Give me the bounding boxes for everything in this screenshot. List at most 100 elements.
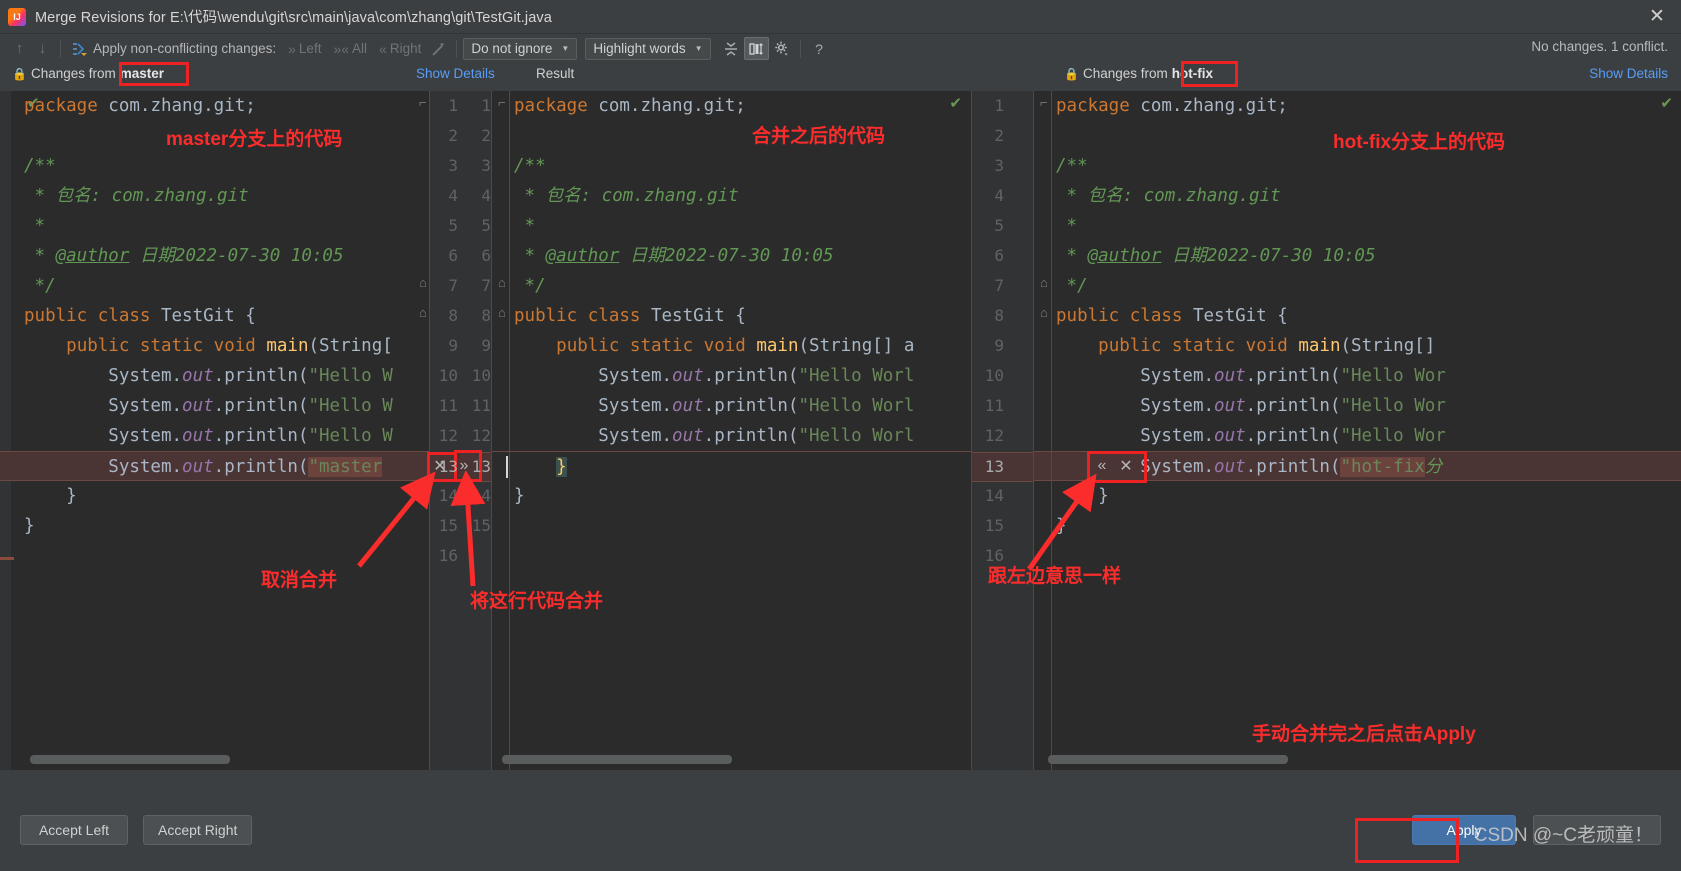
code-line: } xyxy=(1056,516,1067,536)
code-line: public static void main(String[] a xyxy=(556,336,915,356)
bottom-bar: Accept Left Accept Right Apply CSDN @~C老… xyxy=(0,770,1681,871)
code-line: * xyxy=(24,216,46,236)
apply-all-button[interactable]: »« All xyxy=(333,41,367,57)
line-number: 11 xyxy=(438,396,458,415)
code-line: * @author 日期2022-07-30 10:05 xyxy=(514,246,834,266)
annotation-apply: 手动合并完之后点击Apply xyxy=(1252,724,1476,745)
code-line: System.out.println("Hello Wor xyxy=(1056,396,1446,416)
line-number: 1 xyxy=(994,96,1004,115)
apply-right-label: Right xyxy=(389,41,422,56)
apply-all-non-conflicting-icon[interactable] xyxy=(67,37,90,60)
fold-marker-icon[interactable]: ⌐ xyxy=(419,95,427,110)
right-editor-pane[interactable]: package com.zhang.git; /** * 包名: com.zha… xyxy=(1034,91,1681,770)
code-line: } xyxy=(1056,486,1109,506)
code-line: */ xyxy=(24,276,56,296)
code-line: /** xyxy=(24,156,56,176)
toolbar-separator-1 xyxy=(60,39,61,58)
code-line: public static void main(String[] xyxy=(1098,336,1436,356)
collapse-unchanged-icon[interactable] xyxy=(719,37,744,60)
apply-right-button[interactable]: « Right xyxy=(379,41,421,57)
toolbar: ↑ ↓ Apply non-conflicting changes: » Lef… xyxy=(0,34,1681,63)
accept-left-button[interactable]: Accept Left xyxy=(20,815,128,845)
line-number: 10 xyxy=(984,366,1004,385)
fold-marker-icon[interactable]: ⌐ xyxy=(1040,95,1048,110)
magic-wand-icon[interactable] xyxy=(427,37,450,60)
csdn-watermark: CSDN @~C老顽童！ xyxy=(1473,825,1653,846)
line-number: 6 xyxy=(448,246,458,265)
apply-to-result-left-button[interactable]: « xyxy=(1091,455,1113,477)
ignore-policy-combo[interactable]: Do not ignore ▼ xyxy=(463,37,578,60)
code-line: /** xyxy=(1056,156,1088,176)
line-number: 6 xyxy=(994,246,1004,265)
fold-marker-icon[interactable]: ⌂ xyxy=(1040,275,1048,290)
code-line: * @author 日期2022-07-30 10:05 xyxy=(24,246,344,266)
lock-icon: 🔒 xyxy=(1064,66,1079,81)
line-number: 14 xyxy=(438,486,458,505)
apply-left-button[interactable]: » Left xyxy=(288,41,321,57)
annotation-result-code: 合并之后的代码 xyxy=(752,126,886,147)
left-show-details-link[interactable]: Show Details xyxy=(416,66,495,81)
apply-non-conflicting-label: Apply non-conflicting changes: xyxy=(93,41,277,56)
right-branch-name: hot-fix xyxy=(1171,66,1213,81)
result-pane-header: Result xyxy=(536,66,575,81)
fold-marker-icon[interactable]: ⌂ xyxy=(1040,305,1048,320)
code-line: public class TestGit { xyxy=(24,306,256,326)
line-number: 13 xyxy=(984,457,1004,476)
left-pane-header: 🔒 Changes from master xyxy=(12,66,164,81)
line-number: 1 xyxy=(448,96,458,115)
align-panes-icon[interactable] xyxy=(743,37,769,60)
highlight-policy-combo[interactable]: Highlight words ▼ xyxy=(585,37,711,60)
next-difference-icon[interactable]: ↓ xyxy=(31,37,54,60)
left-horizontal-scrollbar[interactable] xyxy=(30,755,230,764)
code-line: System.out.println("Hello Worl xyxy=(514,426,915,446)
left-line-numbers: 1 2 3 4 5 6 7 8 9 10 11 12 13 14 15 16 xyxy=(430,91,458,571)
toolbar-separator-2 xyxy=(456,39,458,58)
annotation-merge-this-line: 将这行代码合并 xyxy=(470,591,604,612)
line-number: 9 xyxy=(994,336,1004,355)
help-icon[interactable]: ? xyxy=(807,37,832,60)
left-conflict-line-number: 13 xyxy=(430,452,458,482)
fold-marker-icon[interactable]: ⌂ xyxy=(498,305,506,320)
revert-conflict-right-button[interactable]: ✕ xyxy=(1115,455,1137,477)
right-show-details-link[interactable]: Show Details xyxy=(1589,66,1668,81)
line-number: 12 xyxy=(984,426,1004,445)
line-number: 15 xyxy=(471,516,491,535)
result-line-numbers-right: 1 2 3 4 5 6 7 8 9 10 11 12 13 14 15 16 xyxy=(974,91,1004,571)
code-line-caret: } xyxy=(492,451,972,481)
result-editor-pane[interactable]: package com.zhang.git; /** * 包名: com.zha… xyxy=(492,91,972,770)
conflict-status-text: No changes. 1 conflict. xyxy=(1531,39,1668,54)
toolbar-separator-3 xyxy=(799,39,801,58)
fold-marker-icon[interactable]: ⌂ xyxy=(498,275,506,290)
line-number: 14 xyxy=(471,486,491,505)
line-number: 9 xyxy=(448,336,458,355)
line-number: 7 xyxy=(481,276,491,295)
left-editor-pane[interactable]: ✔ package com.zhang.git; /** * 包名: com.z… xyxy=(0,91,430,770)
right-horizontal-scrollbar[interactable] xyxy=(1048,755,1288,764)
previous-difference-icon[interactable]: ↑ xyxy=(8,37,31,60)
right-pane-header: 🔒 Changes from hot-fix xyxy=(1064,66,1213,81)
close-icon[interactable]: ✕ xyxy=(1647,7,1667,27)
line-number: 10 xyxy=(438,366,458,385)
apply-left-label: Left xyxy=(298,41,322,56)
line-number: 4 xyxy=(481,186,491,205)
fold-marker-icon[interactable]: ⌂ xyxy=(419,275,427,290)
titlebar: Merge Revisions for E:\代码\wendu\git\src\… xyxy=(0,0,1681,34)
accept-right-button[interactable]: Accept Right xyxy=(143,815,253,845)
line-number: 3 xyxy=(481,156,491,175)
result-horizontal-scrollbar[interactable] xyxy=(502,755,732,764)
line-number: 7 xyxy=(448,276,458,295)
code-line: System.out.println("Hello Wor xyxy=(1056,366,1446,386)
code-line: package com.zhang.git; xyxy=(514,96,746,116)
change-stripe xyxy=(0,557,14,560)
lock-icon: 🔒 xyxy=(12,66,27,81)
line-number: 8 xyxy=(994,306,1004,325)
line-number: 1 xyxy=(481,96,491,115)
line-number: 5 xyxy=(481,216,491,235)
line-number: 2 xyxy=(448,126,458,145)
fold-marker-icon[interactable]: ⌂ xyxy=(419,305,427,320)
gear-icon[interactable] xyxy=(769,37,794,60)
window-title: Merge Revisions for E:\代码\wendu\git\src\… xyxy=(35,10,552,26)
fold-marker-icon[interactable]: ⌐ xyxy=(498,95,506,110)
line-number: 2 xyxy=(481,126,491,145)
left-line-number-gutter: 1 2 3 4 5 6 7 8 9 10 11 12 13 14 15 16 1… xyxy=(430,91,492,770)
